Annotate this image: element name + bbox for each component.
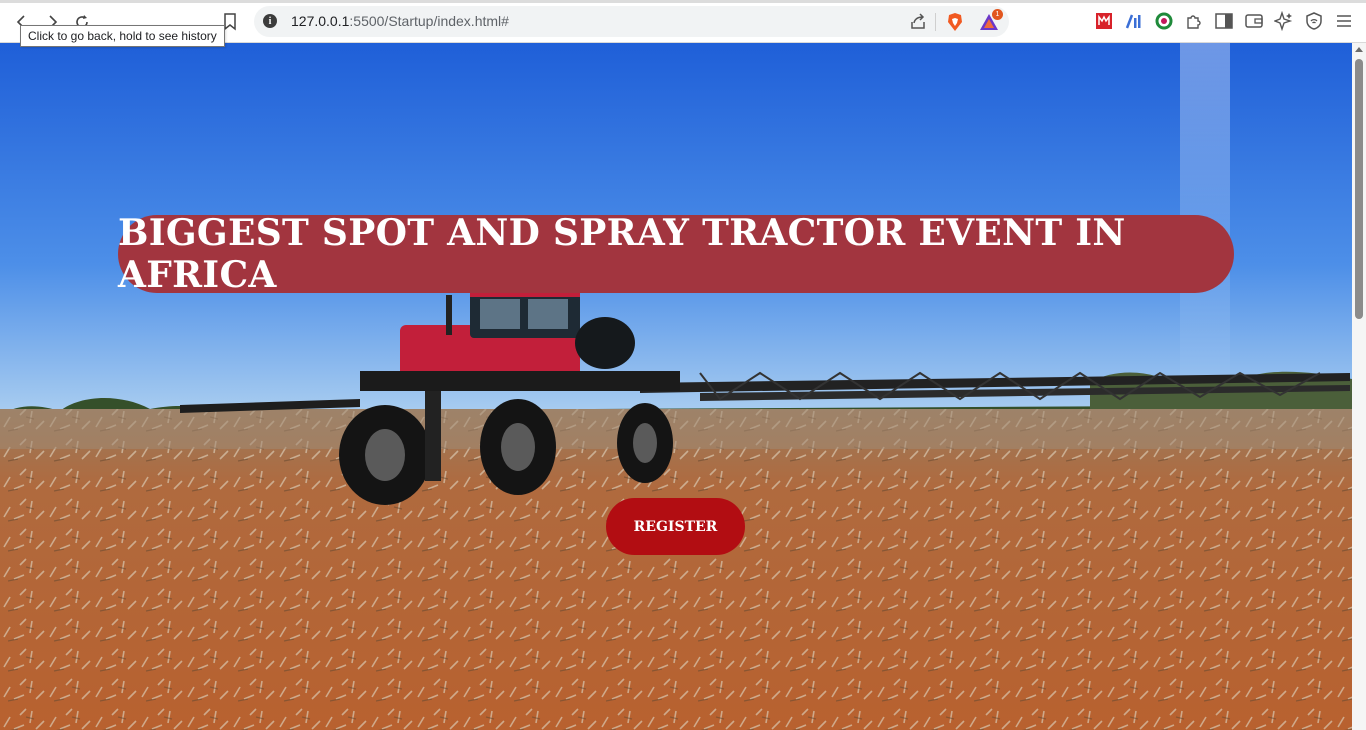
vpn-shield-icon[interactable] bbox=[1304, 11, 1324, 31]
menu-hamburger-icon[interactable] bbox=[1334, 11, 1354, 31]
share-icon[interactable] bbox=[908, 12, 928, 32]
bookmark-icon bbox=[224, 13, 236, 31]
hero-section bbox=[0, 43, 1352, 730]
extension-chart-icon[interactable] bbox=[1124, 11, 1144, 31]
page-scrollbar[interactable] bbox=[1352, 43, 1366, 730]
page-viewport: BIGGEST SPOT AND SPRAY TRACTOR EVENT IN … bbox=[0, 43, 1352, 730]
window-top-border bbox=[0, 0, 1366, 3]
back-button-tooltip: Click to go back, hold to see history bbox=[20, 25, 225, 47]
rewards-badge: 1 bbox=[992, 9, 1003, 20]
sidebar-icon[interactable] bbox=[1214, 11, 1234, 31]
hero-background-image bbox=[0, 43, 1352, 730]
omnibox-separator bbox=[935, 13, 936, 31]
address-bar[interactable]: i 127.0.0.1:5500/Startup/index.html# 1 bbox=[254, 6, 1009, 37]
extension-diamond-icon[interactable] bbox=[1154, 11, 1174, 31]
url-path: :5500/Startup/index.html# bbox=[349, 13, 509, 29]
scrollbar-thumb[interactable] bbox=[1355, 59, 1363, 319]
scroll-up-arrow-icon[interactable] bbox=[1355, 47, 1363, 52]
brave-rewards-button[interactable]: 1 bbox=[979, 9, 1003, 32]
url-host: 127.0.0.1 bbox=[291, 13, 350, 29]
site-info-icon[interactable]: i bbox=[263, 14, 277, 28]
register-button[interactable]: REGISTER bbox=[606, 498, 745, 555]
leo-ai-sparkle-icon[interactable] bbox=[1274, 11, 1294, 31]
brave-shields-icon[interactable] bbox=[945, 12, 965, 32]
hero-headline: BIGGEST SPOT AND SPRAY TRACTOR EVENT IN … bbox=[118, 212, 1234, 296]
wallet-icon[interactable] bbox=[1244, 11, 1264, 31]
address-url[interactable]: 127.0.0.1:5500/Startup/index.html# bbox=[291, 13, 509, 29]
extension-red-icon[interactable] bbox=[1094, 11, 1114, 31]
extensions-puzzle-icon[interactable] bbox=[1184, 11, 1204, 31]
